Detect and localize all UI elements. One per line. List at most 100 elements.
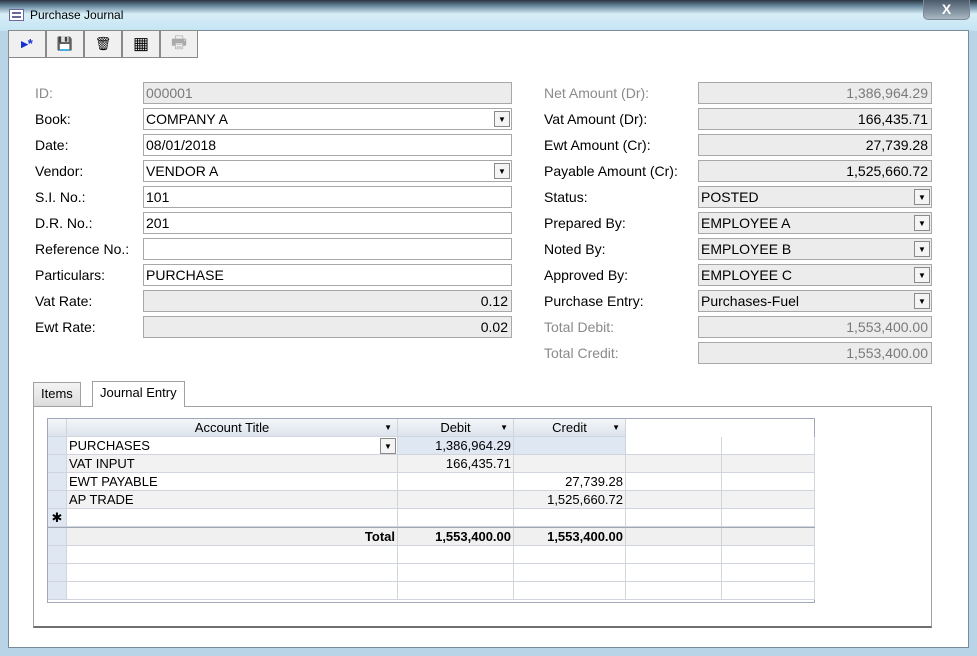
credit-cell[interactable] <box>514 509 626 527</box>
new-record-button[interactable]: ▸* <box>8 30 46 58</box>
empty-cell <box>722 564 815 582</box>
vat-field: 0.12 <box>143 290 512 312</box>
chevron-down-icon[interactable]: ▼ <box>914 267 930 283</box>
row-selector[interactable] <box>48 455 67 473</box>
id-value: 000001 <box>146 85 193 101</box>
account-title-cell[interactable] <box>67 509 398 527</box>
total-row[interactable]: Total 1,553,400.00 1,553,400.00 <box>48 527 815 546</box>
debit-cell[interactable]: 166,435.71 <box>398 455 514 473</box>
column-header-account-title[interactable]: Account Title ▼ <box>67 419 398 437</box>
header-label: Credit <box>552 420 587 435</box>
credit-cell[interactable]: 27,739.28 <box>514 473 626 491</box>
empty-row <box>48 546 815 564</box>
book-label: Book: <box>35 111 71 127</box>
datasheet-button[interactable]: ▦ <box>122 30 160 58</box>
noted-dropdown[interactable]: EMPLOYEE B ▼ <box>698 238 932 260</box>
title-bar: Purchase Journal X <box>0 0 977 31</box>
column-header-debit[interactable]: Debit ▼ <box>398 419 514 437</box>
new-record-row[interactable]: ✱ <box>48 509 815 527</box>
total-credit[interactable]: 1,553,400.00 <box>514 528 626 546</box>
debit-cell[interactable] <box>398 491 514 509</box>
window-title: Purchase Journal <box>30 8 124 22</box>
print-button[interactable]: 🖶 <box>160 30 198 58</box>
credit-cell[interactable]: 1,525,660.72 <box>514 491 626 509</box>
tdebit-value: 1,553,400.00 <box>846 319 928 335</box>
net-label: Net Amount (Dr): <box>544 85 650 101</box>
chevron-down-icon[interactable]: ▼ <box>914 189 930 205</box>
vendor-dropdown[interactable]: VENDOR A ▼ <box>143 160 512 182</box>
total-label[interactable]: Total <box>67 528 398 546</box>
particulars-value: PURCHASE <box>146 267 224 283</box>
entry-value: Purchases-Fuel <box>701 293 800 309</box>
dr-label: D.R. No.: <box>35 215 93 231</box>
empty-cell <box>67 546 398 564</box>
chevron-down-icon[interactable]: ▼ <box>494 163 510 179</box>
particulars-label: Particulars: <box>35 267 106 283</box>
chevron-down-icon[interactable]: ▼ <box>384 419 392 436</box>
tcredit-value: 1,553,400.00 <box>846 345 928 361</box>
close-button[interactable]: X <box>923 0 970 20</box>
entry-dropdown[interactable]: Purchases-Fuel ▼ <box>698 290 932 312</box>
chevron-down-icon[interactable]: ▼ <box>612 419 620 436</box>
table-row[interactable]: AP TRADE 1,525,660.72 <box>48 491 815 509</box>
chevron-down-icon[interactable]: ▼ <box>914 241 930 257</box>
empty-cell <box>398 564 514 582</box>
table-row[interactable]: PURCHASES ▼ 1,386,964.29 <box>48 437 815 455</box>
account-title-cell[interactable]: PURCHASES ▼ <box>67 437 398 455</box>
empty-cell <box>626 437 722 455</box>
total-debit[interactable]: 1,553,400.00 <box>398 528 514 546</box>
delete-button[interactable]: 🗑 <box>84 30 122 58</box>
new-record-icon[interactable]: ✱ <box>48 509 67 527</box>
account-title-cell[interactable]: VAT INPUT <box>67 455 398 473</box>
empty-cell <box>514 582 626 600</box>
ewt-field: 27,739.28 <box>698 134 932 156</box>
approved-dropdown[interactable]: EMPLOYEE C ▼ <box>698 264 932 286</box>
chevron-down-icon[interactable]: ▼ <box>494 111 510 127</box>
account-title-cell[interactable]: AP TRADE <box>67 491 398 509</box>
vat-label: Vat Rate: <box>35 293 93 309</box>
vendor-value: VENDOR A <box>146 163 219 179</box>
book-dropdown[interactable]: COMPANY A ▼ <box>143 108 512 130</box>
chevron-down-icon[interactable]: ▼ <box>500 419 508 436</box>
empty-cell <box>722 528 815 546</box>
row-selector[interactable] <box>48 491 67 509</box>
header-label: Account Title <box>194 420 270 435</box>
ref-label: Reference No.: <box>35 241 130 257</box>
empty-cell <box>48 546 67 564</box>
row-selector[interactable] <box>48 473 67 491</box>
empty-cell <box>626 546 722 564</box>
dr-field[interactable]: 201 <box>143 212 512 234</box>
table-row[interactable]: EWT PAYABLE 27,739.28 <box>48 473 815 491</box>
date-field[interactable]: 08/01/2018 <box>143 134 512 156</box>
vendor-label: Vendor: <box>35 163 84 179</box>
table-row[interactable]: VAT INPUT 166,435.71 <box>48 455 815 473</box>
empty-cell <box>722 491 815 509</box>
empty-cell <box>722 455 815 473</box>
save-button[interactable]: 💾 <box>46 30 84 58</box>
date-label: Date: <box>35 137 69 153</box>
prepared-label: Prepared By: <box>544 215 626 231</box>
si-field[interactable]: 101 <box>143 186 512 208</box>
ref-field[interactable] <box>143 238 512 260</box>
tab-items[interactable]: Items <box>33 382 81 406</box>
debit-cell[interactable]: 1,386,964.29 <box>398 437 514 455</box>
particulars-field[interactable]: PURCHASE <box>143 264 512 286</box>
select-all-cell[interactable] <box>48 419 67 437</box>
tab-journal-entry[interactable]: Journal Entry <box>92 381 185 407</box>
credit-cell[interactable] <box>514 455 626 473</box>
empty-cell <box>626 564 722 582</box>
status-dropdown[interactable]: POSTED ▼ <box>698 186 932 208</box>
chevron-down-icon[interactable]: ▼ <box>914 215 930 231</box>
row-selector[interactable] <box>48 528 67 546</box>
tdebit-field: 1,553,400.00 <box>698 316 932 338</box>
chevron-down-icon[interactable]: ▼ <box>914 293 930 309</box>
credit-cell[interactable] <box>514 437 626 455</box>
prepared-dropdown[interactable]: EMPLOYEE A ▼ <box>698 212 932 234</box>
chevron-down-icon[interactable]: ▼ <box>380 438 396 454</box>
row-selector[interactable] <box>48 437 67 455</box>
account-title-cell[interactable]: EWT PAYABLE <box>67 473 398 491</box>
book-value: COMPANY A <box>146 111 228 127</box>
debit-cell[interactable] <box>398 509 514 527</box>
debit-cell[interactable] <box>398 473 514 491</box>
column-header-credit[interactable]: Credit ▼ <box>514 419 626 437</box>
